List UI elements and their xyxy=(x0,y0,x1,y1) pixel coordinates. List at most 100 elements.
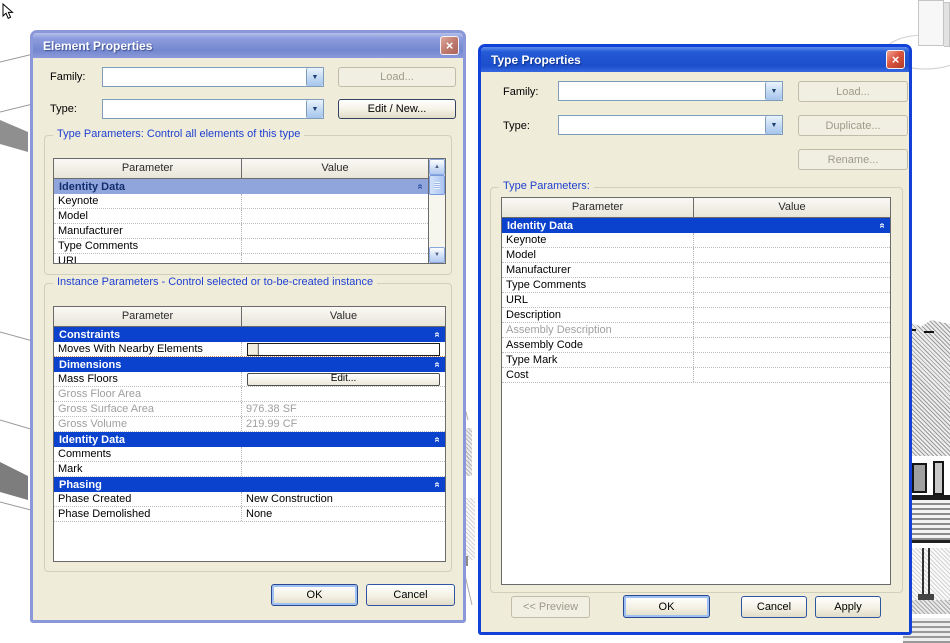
parameter-row: Keynote xyxy=(502,233,890,248)
section-header-row[interactable]: Phasing « xyxy=(54,477,445,492)
parameter-value[interactable] xyxy=(694,293,890,307)
edit-button[interactable]: Edit... xyxy=(247,372,440,386)
section-header-row[interactable]: Identity Data « xyxy=(502,218,890,233)
parameter-value[interactable]: Edit... xyxy=(242,372,445,386)
parameter-value[interactable] xyxy=(242,447,445,461)
cancel-button[interactable]: Cancel xyxy=(741,596,807,618)
parameter-name: Moves With Nearby Elements xyxy=(54,342,242,356)
type-combobox[interactable]: ▼ xyxy=(558,115,783,135)
edit-new-button[interactable]: Edit / New... xyxy=(338,99,456,119)
chevron-down-icon[interactable]: ▼ xyxy=(765,116,782,134)
parameter-value[interactable] xyxy=(694,353,890,367)
parameter-value[interactable] xyxy=(694,233,890,247)
apply-button[interactable]: Apply xyxy=(815,596,881,618)
element-properties-titlebar[interactable]: Element Properties xyxy=(33,33,463,58)
parameter-value[interactable] xyxy=(242,239,428,253)
load-button[interactable]: Load... xyxy=(338,67,456,87)
parameter-value[interactable] xyxy=(694,368,890,382)
scrollbar-thumb[interactable] xyxy=(429,175,445,195)
scrollbar-track[interactable] xyxy=(429,195,445,247)
massing-box-side xyxy=(944,2,950,47)
parameter-row: Assembly Code xyxy=(502,338,890,353)
type-label: Type: xyxy=(50,103,77,115)
column-line xyxy=(922,548,924,600)
parameter-row: Mass Floors Edit... xyxy=(54,372,445,387)
chevron-down-icon[interactable]: ▼ xyxy=(765,82,782,100)
element-properties-dialog: Element Properties × Family: ▼ Load... T… xyxy=(30,30,466,623)
revit-3d-view-canvas: S Element Properties × Family: ▼ Load. xyxy=(0,0,950,643)
table-header-row: Parameter Value xyxy=(502,198,890,218)
ok-button[interactable]: OK xyxy=(271,584,358,606)
chevron-down-icon[interactable]: ▼ xyxy=(306,68,323,86)
parameter-value[interactable]: New Construction xyxy=(242,492,445,506)
scroll-up-icon[interactable]: ▲ xyxy=(429,159,445,175)
collapse-chevron-icon: « xyxy=(431,361,443,368)
cancel-button[interactable]: Cancel xyxy=(366,584,455,606)
load-button[interactable]: Load... xyxy=(798,81,908,102)
ok-button[interactable]: OK xyxy=(623,595,710,618)
parameter-name: Assembly Description xyxy=(502,323,694,337)
parameter-value[interactable] xyxy=(242,209,428,223)
parameter-row: Gross Floor Area xyxy=(54,387,445,402)
duplicate-button[interactable]: Duplicate... xyxy=(798,115,908,136)
parameter-row: Mark xyxy=(54,462,445,477)
parameter-value[interactable] xyxy=(694,278,890,292)
parameter-value[interactable] xyxy=(694,263,890,277)
vertical-scrollbar[interactable]: ▲ ▼ xyxy=(428,159,445,263)
parameter-name: Type Comments xyxy=(54,239,242,253)
parameter-row: Description xyxy=(502,308,890,323)
parameter-value[interactable] xyxy=(242,342,445,356)
parameter-row: Cost xyxy=(502,368,890,383)
collapse-chevron-icon: « xyxy=(414,183,426,190)
parameter-row: Phase Created New Construction xyxy=(54,492,445,507)
parameter-row: Model xyxy=(54,209,428,224)
checkbox[interactable] xyxy=(248,343,259,355)
value-edit-field[interactable] xyxy=(247,342,440,356)
table-header-row: Parameter Value xyxy=(54,307,445,327)
chevron-down-icon[interactable]: ▼ xyxy=(306,100,323,118)
section-header-row[interactable]: Identity Data « xyxy=(54,432,445,447)
close-icon[interactable]: × xyxy=(886,50,905,69)
parameter-row: Type Mark xyxy=(502,353,890,368)
section-header-row[interactable]: Identity Data « xyxy=(54,179,428,194)
parameter-row: Comments xyxy=(54,447,445,462)
parameter-value[interactable]: None xyxy=(242,507,445,521)
scroll-down-icon[interactable]: ▼ xyxy=(429,247,445,263)
section-header-row[interactable]: Constraints « xyxy=(54,327,445,342)
parameter-value[interactable] xyxy=(694,308,890,322)
parameter-value[interactable] xyxy=(242,224,428,238)
parameter-table-body: Parameter Value Constraints « Moves With Nea… xyxy=(54,307,445,561)
family-combobox-value[interactable] xyxy=(103,68,306,86)
parameter-value xyxy=(242,387,445,401)
parameter-name: URL xyxy=(54,254,242,263)
family-combobox[interactable]: ▼ xyxy=(558,81,783,101)
type-combobox[interactable]: ▼ xyxy=(102,99,324,119)
parameter-name: Mark xyxy=(54,462,242,476)
section-header-row[interactable]: Dimensions « xyxy=(54,357,445,372)
parameter-value: 219.99 CF xyxy=(246,418,298,430)
table-empty-area xyxy=(502,383,890,584)
parameter-row: Model xyxy=(502,248,890,263)
family-combobox-value[interactable] xyxy=(559,82,765,100)
parameter-value[interactable] xyxy=(694,248,890,262)
collapse-chevron-icon: « xyxy=(431,436,443,443)
type-properties-titlebar[interactable]: Type Properties xyxy=(481,47,909,72)
parameter-row: Assembly Description xyxy=(502,323,890,338)
section-label: Identity Data xyxy=(59,180,126,193)
type-combobox-value[interactable] xyxy=(559,116,765,134)
parameter-name: Manufacturer xyxy=(54,224,242,238)
rename-button[interactable]: Rename... xyxy=(798,149,908,170)
parameter-value[interactable] xyxy=(242,254,428,263)
type-combobox-value[interactable] xyxy=(103,100,306,118)
parameter-value xyxy=(694,323,890,337)
preview-button[interactable]: << Preview xyxy=(511,596,590,618)
type-label: Type: xyxy=(503,120,530,132)
family-combobox[interactable]: ▼ xyxy=(102,67,324,87)
parameter-value[interactable] xyxy=(242,462,445,476)
instance-parameters-group-label: Instance Parameters - Control selected o… xyxy=(53,276,378,288)
parameter-name: Cost xyxy=(502,368,694,382)
facade-detail xyxy=(924,331,934,333)
close-icon[interactable]: × xyxy=(440,36,459,55)
parameter-value[interactable] xyxy=(242,194,428,208)
parameter-value[interactable] xyxy=(694,338,890,352)
